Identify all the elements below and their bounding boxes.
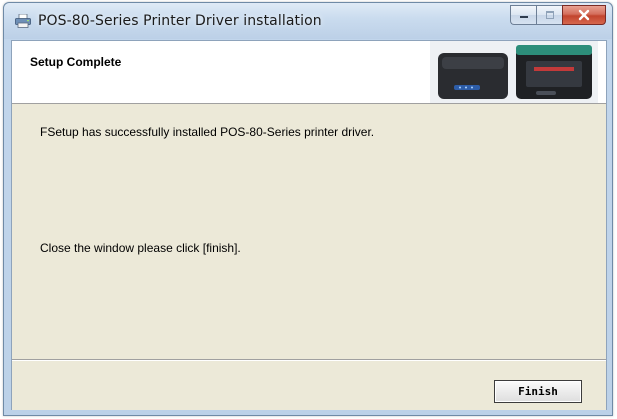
minimize-icon [519,16,528,18]
finish-button[interactable]: Finish [494,380,582,403]
close-icon [578,9,590,21]
printer-icon [15,14,31,28]
close-instruction: Close the window please click [finish]. [40,241,241,255]
printer-photo [430,41,598,103]
wizard-footer: Finish [12,361,606,410]
close-button[interactable] [562,5,606,25]
maximize-button[interactable] [536,5,562,25]
title-bar[interactable]: POS-80-Series Printer Driver installatio… [4,3,612,39]
success-message: FSetup has successfully installed POS-80… [40,125,375,139]
minimize-button[interactable] [510,5,536,25]
page-title: Setup Complete [30,55,122,69]
installer-window: POS-80-Series Printer Driver installatio… [3,2,613,416]
caption-buttons [510,5,606,25]
dialog-client-area: Setup Complete FSetup has successfully i… [11,40,607,410]
wizard-header: Setup Complete [12,41,606,104]
maximize-icon [545,11,554,19]
window-title: POS-80-Series Printer Driver installatio… [38,13,322,29]
